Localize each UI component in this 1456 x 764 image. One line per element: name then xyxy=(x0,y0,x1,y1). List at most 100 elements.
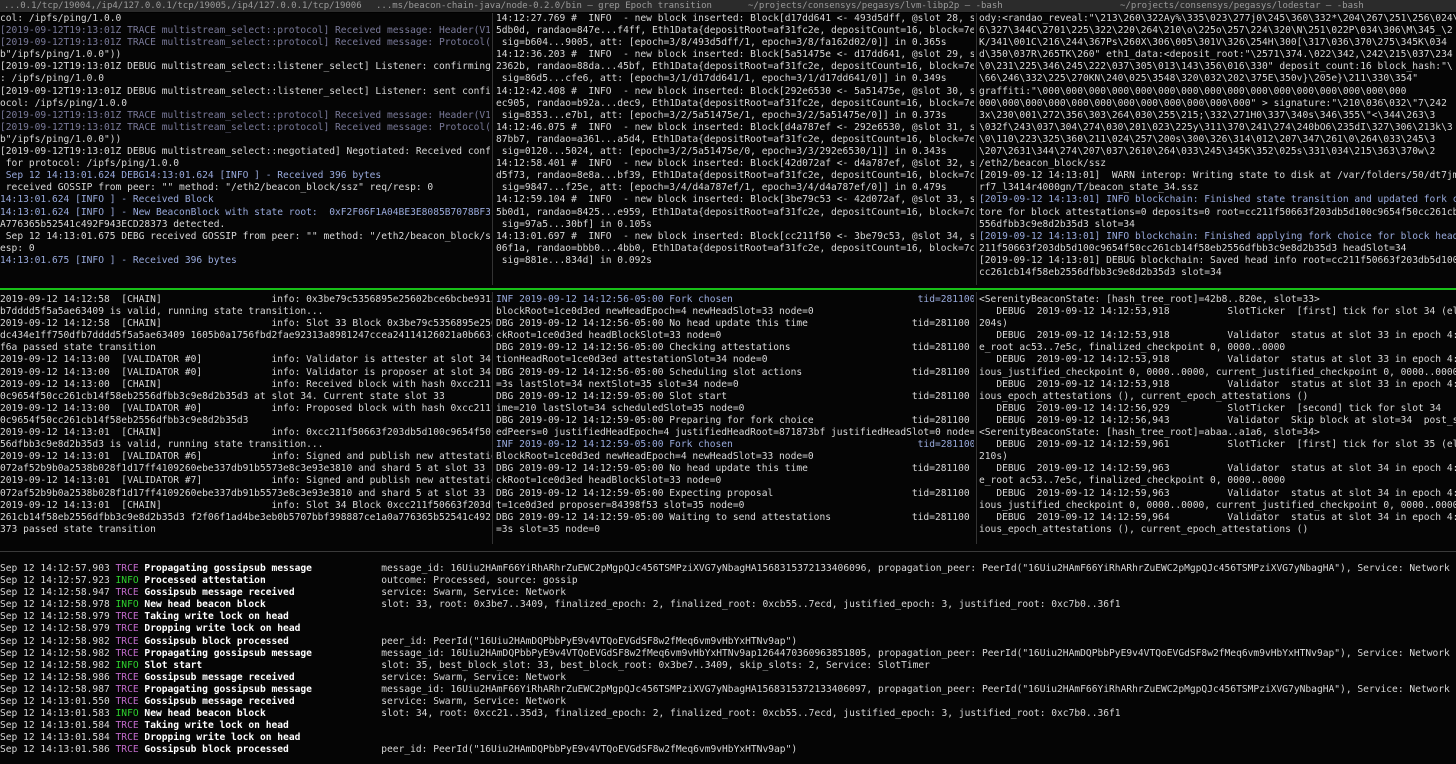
terminal-tab-3[interactable]: ~/projects/consensys/pegasys/lvm-libp2p … xyxy=(744,0,1108,12)
log-line: DEBUG 2019-09-12 14:12:59,963 Validator … xyxy=(979,463,1456,475)
log-line: ious_epoch_attestations (), current_epoc… xyxy=(979,523,1309,535)
terminal-pane-top-right[interactable]: ody:<randao_reveal:"\213\260\322Ay%\335\… xyxy=(979,13,1456,283)
log-line: =3s slot=35 node=0 xyxy=(496,523,600,535)
terminal-pane-top-left[interactable]: col: /ipfs/ping/1.0.0 [2019-09-12T19:13:0… xyxy=(0,13,490,283)
log-detail: service: Swarm, Service: Network xyxy=(381,671,567,683)
log-line: <SerenityBeaconState: [hash_tree_root]=4… xyxy=(979,294,1320,305)
log-line: e_root ac53..7e5c, finalized_checkpoint … xyxy=(979,475,1286,487)
log-line: 14:12:42.408 # INFO - new block inserted… xyxy=(496,85,974,97)
log-message: New head beacon block xyxy=(144,708,382,720)
log-line: cc261cb14f58eb2556dfbb3c9e8d2b35d3 slot=… xyxy=(979,266,1222,278)
pane-separator[interactable] xyxy=(0,551,1456,552)
log-line: graffiti:"\000\000\000\000\000\000\000\0… xyxy=(979,85,1407,97)
log-line: DEBUG 2019-09-12 14:12:53,918 SlotTicker… xyxy=(979,306,1456,318)
terminal-tab-2[interactable]: ...ms/beacon-chain-java/node-0.2.0/bin —… xyxy=(372,0,736,12)
log-message: Propagating gossipsub message xyxy=(144,647,382,659)
log-level: TRCE xyxy=(115,635,145,647)
log-line: ime=210 lastSlot=34 scheduledSlot=35 nod… xyxy=(496,402,745,414)
log-line: 072af52b9b0a2538b028f1d17ff4109260ebe337… xyxy=(0,463,486,475)
pane-separator[interactable] xyxy=(0,288,1456,290)
log-line: 14:13:01.624 [INFO ] - New BeaconBlock w… xyxy=(0,206,490,218)
log-line: 6\327\344C\2701\225\322\220\264\210\o\22… xyxy=(979,25,1453,37)
log-line: blockRoot=1ce0d3ed newHeadEpoch=4 newHea… xyxy=(496,306,814,318)
terminal-pane-top-middle[interactable]: 14:12:27.769 # INFO - new block inserted… xyxy=(496,13,974,283)
log-line: ckRoot=1ce0d3ed headBlockSlot=33 node=0 xyxy=(496,475,722,487)
log-level: TRCE xyxy=(115,563,145,574)
log-message: Gossipsub message received xyxy=(144,587,382,599)
terminal-pane-middle-right[interactable]: <SerenityBeaconState: [hash_tree_root]=4… xyxy=(979,294,1456,542)
log-detail: peer_id: PeerId("16Uiu2HAmDQPbbPyE9v4VTQ… xyxy=(381,635,798,647)
log-line: 2019-09-12 14:13:00 [VALIDATOR #0] info:… xyxy=(0,354,491,366)
log-line: ious_justified_checkpoint 0, 0000..0000,… xyxy=(979,499,1456,511)
log-timestamp: Sep 12 14:13:01.584 xyxy=(0,732,116,744)
log-line: DEBUG 2019-09-12 14:12:59,963 Validator … xyxy=(979,487,1456,499)
log-message: Taking write lock on head xyxy=(144,720,382,732)
pane-divider[interactable] xyxy=(492,292,493,544)
log-timestamp: Sep 12 14:12:57.923 xyxy=(0,575,116,587)
terminal-tab-bar: ...0.1/tcp/19004,/ip4/127.0.0.1/tcp/1900… xyxy=(0,0,1456,13)
log-line: 2019-09-12 14:13:00 [VALIDATOR #0] info:… xyxy=(0,366,491,378)
log-line: 2019-09-12 14:13:00 [CHAIN] info: Receiv… xyxy=(0,378,492,390)
log-line: 06f1a, randao=bbb0...4bb0, Eth1Data{depo… xyxy=(496,242,974,254)
terminal-pane-bottom[interactable]: Sep 12 14:12:57.903 TRCE Propagating gos… xyxy=(0,563,1456,764)
log-line: 2019-09-12 14:13:01 [VALIDATOR #6] info:… xyxy=(0,451,492,463)
log-line: 261cb14f58eb2556dfbb3c9e8d2b35d3 f2f06f1… xyxy=(0,511,492,523)
terminal-tab-4[interactable]: ~/projects/consensys/pegasys/lodestar — … xyxy=(1116,0,1456,12)
log-line: Sep 12 14:12:58.979 TRCE Dropping write … xyxy=(0,623,1456,635)
log-line: 556dfbb3c9e8d2b35d3 slot=34 xyxy=(979,218,1135,230)
log-level: INFO xyxy=(115,659,145,671)
log-timestamp: Sep 12 14:12:58.982 xyxy=(0,647,116,659)
log-line: t=1ce0d3ed proposer=84398f53 slot=35 nod… xyxy=(496,499,745,511)
log-level: INFO xyxy=(115,599,145,611)
log-line: [2019-09-12 14:13:01] DEBUG blockchain: … xyxy=(979,254,1456,266)
log-line: 14:12:58.401 # INFO - new block inserted… xyxy=(496,158,974,170)
log-line: [2019-09-12T19:13:01Z TRACE multistream_… xyxy=(0,25,490,37)
log-line: 2362b, randao=88da...45bf, Eth1Data{depo… xyxy=(496,61,974,73)
log-line: received GOSSIP from peer: "" method: "/… xyxy=(0,182,434,194)
log-line: 2019-09-12 14:12:58 [CHAIN] info: 0x3be7… xyxy=(0,294,492,305)
log-line: [2019-09-12T19:13:01Z TRACE multistream_… xyxy=(0,37,490,49)
log-line: Sep 12 14:12:58.982 TRCE Gossipsub block… xyxy=(0,636,1456,648)
log-message: Gossipsub block processed xyxy=(144,635,382,647)
terminal-pane-middle[interactable]: INF 2019-09-12 14:12:56-05:00 Fork chose… xyxy=(496,294,974,542)
log-line: sig=881e...834d] in 0.092s xyxy=(496,254,652,266)
log-line: dc434e1ff750dfb7dddd5f5a5ae63409 1605b0a… xyxy=(0,330,492,342)
log-line: \0\110\223\325\360\211\024\257\200s\300\… xyxy=(979,133,1436,145)
log-level: TRCE xyxy=(115,671,145,683)
log-line: Sep 12 14:13:01.583 INFO New head beacon… xyxy=(0,708,1456,720)
log-line: Sep 12 14:12:57.923 INFO Processed attes… xyxy=(0,575,1456,587)
log-line: sig=0120...5024, att: [epoch=3/2/5a51475… xyxy=(496,146,947,158)
log-line: ocol: /ipfs/ping/1.0.0 xyxy=(0,97,128,109)
terminal-pane-middle-left[interactable]: 2019-09-12 14:12:58 [CHAIN] info: 0x3be7… xyxy=(0,294,492,542)
log-line: DEBUG 2019-09-12 14:12:59,964 Validator … xyxy=(979,511,1456,523)
log-line: \66\246\332\225\270KN\240\025\3548\320\0… xyxy=(979,73,1418,85)
log-level: TRCE xyxy=(115,732,145,744)
pane-divider[interactable] xyxy=(976,292,977,544)
log-line: DEBUG 2019-09-12 14:12:53,918 Validator … xyxy=(979,378,1456,390)
log-line: for protocol: /ipfs/ping/1.0.0 xyxy=(0,158,180,170)
log-level: TRCE xyxy=(115,744,145,756)
log-detail: message_id: 16Uiu2HAmF66YiRhARhrZuEWC2pM… xyxy=(381,563,1450,574)
log-timestamp: Sep 12 14:12:58.987 xyxy=(0,683,116,695)
log-line: 14:12:27.769 # INFO - new block inserted… xyxy=(496,13,974,24)
log-line: col: /ipfs/ping/1.0.0 xyxy=(0,13,122,24)
log-detail: service: Swarm, Service: Network xyxy=(381,696,567,708)
pane-divider[interactable] xyxy=(492,13,493,285)
log-line: DEBUG 2019-09-12 14:12:59,961 SlotTicker… xyxy=(979,439,1456,451)
log-line: Sep 12 14:12:58.982 TRCE Propagating gos… xyxy=(0,648,1456,660)
log-message: New head beacon block xyxy=(144,599,382,611)
log-line: 072af52b9b0a2538b028f1d17ff4109260ebe337… xyxy=(0,487,486,499)
log-line: Sep 12 14:12:58.987 TRCE Propagating gos… xyxy=(0,684,1456,696)
log-line: sig=97a5...30bf] in 0.105s xyxy=(496,218,652,230)
log-line: Sep 12 14:12:57.903 TRCE Propagating gos… xyxy=(0,563,1456,575)
terminal-tab-1[interactable]: ...0.1/tcp/19004,/ip4/127.0.0.1/tcp/1900… xyxy=(0,0,364,12)
log-line: b"/ipfs/ping/1.0.0")) xyxy=(0,49,122,61)
log-timestamp: Sep 12 14:12:58.982 xyxy=(0,659,116,671)
log-line: 2019-09-12 14:13:01 [VALIDATOR #7] info:… xyxy=(0,475,492,487)
log-detail: message_id: 16Uiu2HAmDQPbbPyE9v4VTQoEVGd… xyxy=(381,647,1450,659)
log-line: Sep 12 14:13:01.675 DEBG received GOSSIP… xyxy=(0,230,490,242)
log-message: Taking write lock on head xyxy=(144,611,382,623)
log-line: 0c9654f50cc261cb14f58eb2556dfbb3c9e8d2b3… xyxy=(0,414,249,426)
pane-divider[interactable] xyxy=(976,13,977,285)
log-message: Propagating gossipsub message xyxy=(144,683,382,695)
